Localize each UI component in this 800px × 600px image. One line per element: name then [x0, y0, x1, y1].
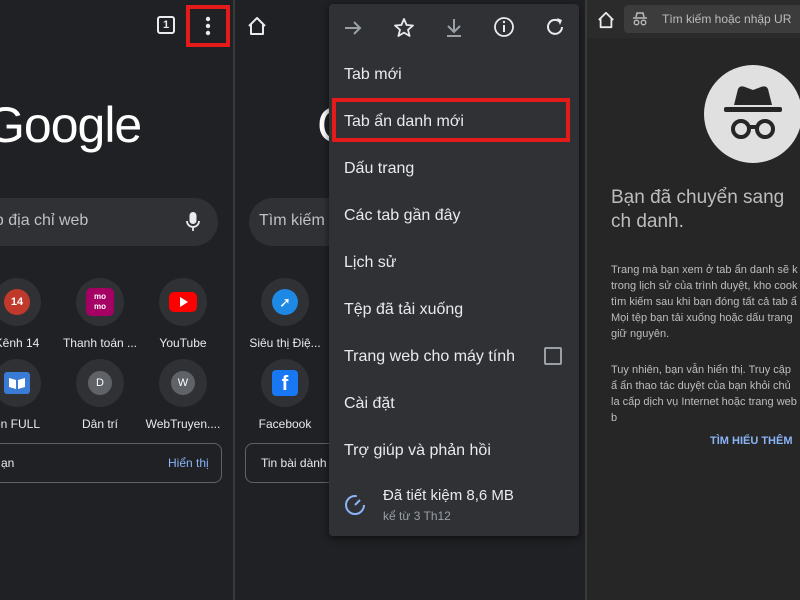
shortcut-label: WebTruyen....: [145, 417, 221, 431]
overflow-menu: Tab mới Tab ẩn danh mới Dấu trang Các ta…: [329, 4, 579, 536]
desktop-site-checkbox[interactable]: [544, 347, 562, 365]
more-vert-icon: [205, 16, 211, 36]
forward-arrow-icon[interactable]: [343, 18, 363, 38]
shortcut-dantri[interactable]: D Dân trí: [55, 359, 145, 431]
menu-item-desktop-site[interactable]: Trang web cho máy tính: [344, 348, 515, 366]
shortcut-label: ện FULL: [0, 417, 41, 431]
menu-item-settings[interactable]: Cài đặt: [344, 395, 395, 413]
shortcut-kenh14[interactable]: 14 Kênh 14: [0, 278, 62, 350]
savings-title: Đã tiết kiệm 8,6 MB: [383, 487, 514, 504]
feed-label: ạn: [1, 456, 15, 470]
menu-item-bookmarks[interactable]: Dấu trang: [344, 160, 414, 178]
menu-item-recent-tabs[interactable]: Các tab gần đây: [344, 207, 461, 225]
shortcut-label: Facebook: [258, 417, 312, 431]
incognito-heading: Bạn đã chuyển sang ch danh.: [611, 187, 785, 232]
download-icon[interactable]: [444, 17, 464, 39]
shortcut-label: Thanh toán ...: [62, 336, 138, 350]
shortcut-label: Siêu thị Điệ...: [249, 336, 321, 350]
shortcut-youtube[interactable]: YouTube: [138, 278, 228, 350]
info-icon[interactable]: [493, 16, 515, 38]
kenh14-icon: 14: [0, 278, 41, 326]
data-saver-icon: [345, 495, 365, 515]
search-placeholder: Tìm kiếm: [259, 212, 325, 229]
home-icon[interactable]: [247, 16, 267, 36]
incognito-logo: [704, 65, 800, 163]
search-box[interactable]: ập địa chỉ web: [0, 198, 218, 246]
google-logo: Google: [0, 97, 142, 153]
menu-item-help[interactable]: Trợ giúp và phản hồi: [344, 442, 491, 460]
address-placeholder: Tìm kiếm hoặc nhập UR: [662, 12, 792, 26]
shortcut-webtruyen[interactable]: W WebTruyen....: [138, 359, 228, 431]
shortcut-label: YouTube: [159, 336, 207, 350]
more-options-button[interactable]: [186, 5, 230, 47]
star-icon[interactable]: [393, 17, 415, 39]
chrome-new-tab-panel: 1 Google ập địa chỉ web 14 Kênh 14 momo …: [0, 0, 233, 600]
feed-label: Tin bài dành: [261, 456, 327, 470]
facebook-icon: f: [261, 359, 309, 407]
shortcut-label: Kênh 14: [0, 336, 40, 350]
mic-icon[interactable]: [185, 211, 201, 233]
letter-w-icon: W: [159, 359, 207, 407]
home-icon[interactable]: [597, 11, 615, 29]
incognito-icon: [633, 12, 647, 26]
learn-more-link[interactable]: TÌM HIỂU THÊM: [710, 435, 793, 447]
letter-d-icon: D: [76, 359, 124, 407]
address-bar[interactable]: Tìm kiếm hoặc nhập UR: [624, 5, 800, 33]
youtube-icon: [159, 278, 207, 326]
feed-show-link[interactable]: Hiển thị: [168, 456, 209, 470]
shortcut-truyenfull[interactable]: ện FULL: [0, 359, 62, 431]
search-placeholder: ập địa chỉ web: [0, 212, 89, 229]
menu-item-downloads[interactable]: Tệp đã tải xuống: [344, 301, 463, 319]
shortcut-label: Dân trí: [81, 417, 118, 431]
incognito-description: Trang mà bạn xem ở tab ẩn danh sẽ k tron…: [611, 264, 798, 340]
shortcut-facebook[interactable]: f Facebook: [240, 359, 330, 431]
incognito-notice: Tuy nhiên, bạn vẫn hiển thị. Truy cập ẩ …: [611, 364, 797, 424]
feed-card: ạn Hiển thị: [0, 443, 222, 483]
momo-icon: mo mo: [76, 278, 124, 326]
shortcut-sieuthi[interactable]: ➚ Siêu thị Điệ...: [240, 278, 330, 350]
savings-subtitle: kể từ 3 Th12: [383, 509, 451, 523]
incognito-spy-icon: [724, 86, 782, 139]
reload-icon[interactable]: [544, 16, 566, 38]
menu-item-history[interactable]: Lịch sử: [344, 254, 397, 272]
menu-item-new-tab[interactable]: Tab mới: [344, 66, 402, 84]
shortcut-momo[interactable]: mo mo Thanh toán ...: [55, 278, 145, 350]
incognito-highlight-box: [332, 98, 570, 142]
running-icon: ➚: [261, 278, 309, 326]
tab-switcher-button[interactable]: 1: [157, 16, 175, 34]
incognito-tab-panel: Tìm kiếm hoặc nhập UR Bạn đã chuyển sang…: [587, 0, 800, 600]
book-icon: [0, 359, 41, 407]
